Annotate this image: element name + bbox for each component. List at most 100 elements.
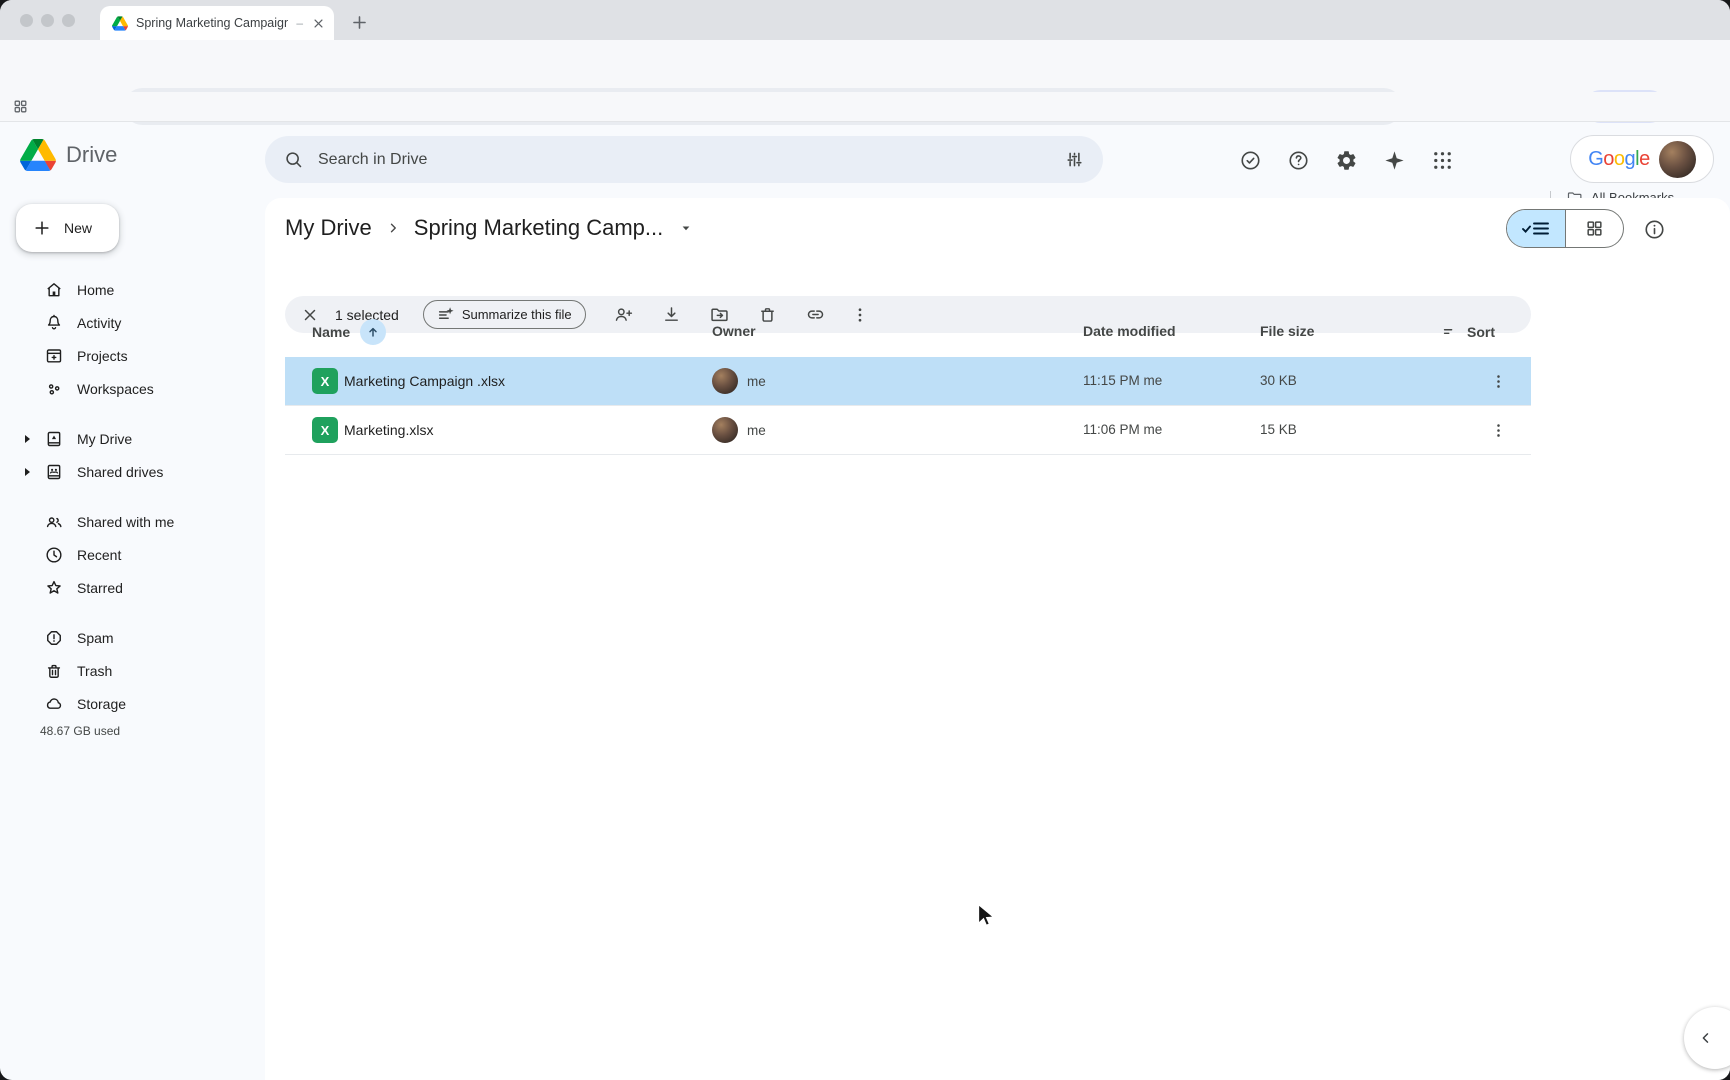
sidebar-item-my-drive[interactable]: My Drive	[0, 422, 264, 455]
owner-label: me	[747, 374, 766, 389]
sort-control[interactable]: Sort	[1441, 323, 1495, 340]
list-view-button[interactable]	[1507, 210, 1566, 247]
sidebar-item-label: Projects	[77, 348, 128, 364]
close-window-button[interactable]	[20, 14, 33, 27]
xlsx-file-icon: X	[312, 368, 338, 394]
details-info-icon[interactable]	[1642, 217, 1666, 241]
tab-title: Spring Marketing Campaign	[136, 16, 288, 30]
cloud-icon	[44, 694, 64, 714]
sidebar-item-home[interactable]: Home	[0, 273, 264, 306]
sidebar-item-label: Home	[77, 282, 114, 298]
sidebar-item-label: Trash	[77, 663, 112, 679]
file-name: Marketing.xlsx	[344, 422, 433, 438]
sort-ascending-icon[interactable]	[360, 319, 386, 345]
sidebar-nav: Home Activity Projects Workspaces My Dri…	[0, 273, 264, 737]
sidebar-item-label: Spam	[77, 630, 114, 646]
column-header-name[interactable]: Name	[312, 319, 386, 345]
sidebar-item-workspaces[interactable]: Workspaces	[0, 372, 264, 405]
tab-groups-icon[interactable]	[12, 98, 29, 115]
file-size: 30 KB	[1260, 373, 1297, 388]
new-tab-button[interactable]	[346, 9, 372, 35]
new-button[interactable]: New	[16, 204, 119, 252]
trash-icon	[44, 661, 64, 681]
sidebar-item-label: My Drive	[77, 431, 132, 447]
home-icon	[44, 280, 64, 300]
breadcrumb-current[interactable]: Spring Marketing Camp...	[414, 215, 663, 241]
storage-used-label: 48.67 GB used	[40, 724, 120, 738]
tab-title-suffix: –	[296, 16, 303, 30]
column-header-file-size[interactable]: File size	[1260, 323, 1314, 339]
name-column-label: Name	[312, 324, 350, 340]
sidebar-item-shared-with-me[interactable]: Shared with me	[0, 505, 264, 538]
xlsx-file-icon: X	[312, 417, 338, 443]
column-header-date-modified[interactable]: Date modified	[1083, 323, 1176, 339]
view-toggle	[1506, 209, 1624, 248]
row-more-icon[interactable]	[1489, 421, 1507, 439]
google-account-button[interactable]: Google	[1570, 135, 1714, 183]
sidebar-item-storage[interactable]: Storage	[0, 687, 264, 720]
sort-label: Sort	[1467, 324, 1495, 340]
expand-arrow-icon[interactable]	[23, 434, 32, 444]
settings-gear-icon[interactable]	[1334, 148, 1358, 172]
sidebar-item-recent[interactable]: Recent	[0, 538, 264, 571]
sidebar-item-projects[interactable]: Projects	[0, 339, 264, 372]
file-date-modified: 11:15 PM me	[1083, 373, 1162, 388]
drive-favicon	[112, 16, 128, 31]
expand-arrow-icon[interactable]	[23, 467, 32, 477]
sidebar-item-label: Storage	[77, 696, 126, 712]
file-size: 15 KB	[1260, 422, 1297, 437]
chevron-left-icon	[1697, 1029, 1715, 1047]
file-name: Marketing Campaign .xlsx	[344, 373, 505, 389]
drive-triangle-icon	[20, 139, 56, 171]
list-view-check-icon	[1520, 220, 1551, 237]
workspaces-icon	[44, 379, 64, 399]
maximize-window-button[interactable]	[62, 14, 75, 27]
sort-lines-icon	[1441, 323, 1458, 340]
drive-logo[interactable]: Drive	[20, 139, 117, 171]
grid-view-button[interactable]	[1566, 210, 1624, 247]
sidebar-item-label: Starred	[77, 580, 123, 596]
offline-status-icon[interactable]	[1238, 148, 1262, 172]
search-input[interactable]: Search in Drive	[265, 136, 1103, 183]
file-owner: me	[712, 417, 766, 443]
owner-avatar	[712, 417, 738, 443]
grid-view-icon	[1585, 219, 1604, 238]
tab-close-icon[interactable]	[311, 16, 326, 31]
my-drive-icon	[44, 429, 64, 449]
apps-grid-icon[interactable]	[1430, 148, 1454, 172]
sidebar-item-shared-drives[interactable]: Shared drives	[0, 455, 264, 488]
new-button-label: New	[64, 220, 92, 236]
file-row[interactable]: X Marketing.xlsx me 11:06 PM me 15 KB	[285, 406, 1531, 455]
sidebar-item-starred[interactable]: Starred	[0, 571, 264, 604]
sidebar-item-label: Shared with me	[77, 514, 174, 530]
people-icon	[44, 512, 64, 532]
search-icon[interactable]	[283, 149, 304, 170]
chevron-right-icon	[384, 219, 402, 237]
column-header-owner[interactable]: Owner	[712, 323, 756, 339]
help-icon[interactable]	[1286, 148, 1310, 172]
file-row-selected[interactable]: X Marketing Campaign .xlsx me 11:15 PM m…	[285, 357, 1531, 406]
browser-tab[interactable]: Spring Marketing Campaign –	[100, 6, 334, 40]
sidebar-item-trash[interactable]: Trash	[0, 654, 264, 687]
row-more-icon[interactable]	[1489, 372, 1507, 390]
sidebar-item-label: Activity	[77, 315, 121, 331]
browser-window: Spring Marketing Campaign – drive.google…	[0, 0, 1730, 1080]
owner-label: me	[747, 423, 766, 438]
breadcrumb-root[interactable]: My Drive	[285, 215, 372, 241]
gemini-spark-icon[interactable]	[1382, 148, 1406, 172]
caret-down-icon[interactable]	[677, 219, 695, 237]
plus-icon	[32, 218, 52, 238]
sidebar-item-activity[interactable]: Activity	[0, 306, 264, 339]
bell-icon	[44, 313, 64, 333]
sidebar-item-label: Workspaces	[77, 381, 154, 397]
file-table-header: Name Owner Date modified File size Sort	[285, 313, 1531, 351]
breadcrumb: My Drive Spring Marketing Camp...	[285, 206, 695, 250]
window-controls[interactable]	[20, 14, 75, 27]
sidebar-item-spam[interactable]: Spam	[0, 621, 264, 654]
minimize-window-button[interactable]	[41, 14, 54, 27]
search-options-icon[interactable]	[1064, 149, 1085, 170]
sidebar-item-label: Shared drives	[77, 464, 163, 480]
shared-drives-icon	[44, 462, 64, 482]
file-date-modified: 11:06 PM me	[1083, 422, 1162, 437]
browser-toolbar: drive.google.com/scary/drive/folders/1BH…	[0, 40, 1730, 92]
